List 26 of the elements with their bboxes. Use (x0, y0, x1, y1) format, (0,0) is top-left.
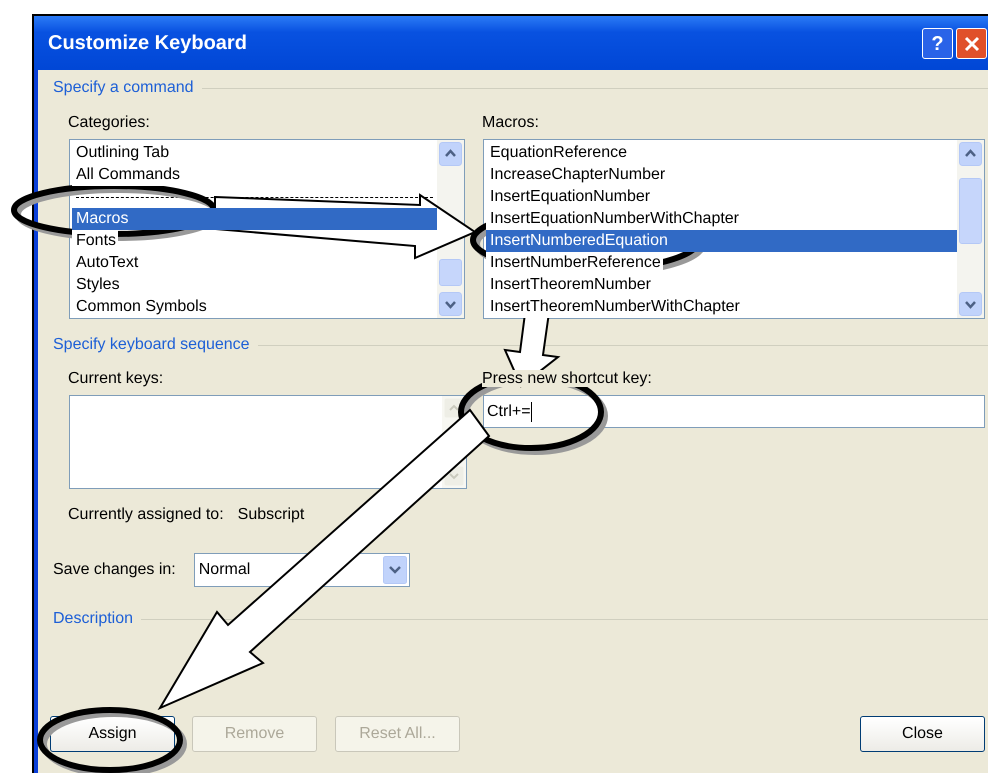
field-label: Save changes in: (53, 560, 176, 580)
scroll-down-icon[interactable] (959, 292, 982, 316)
dialog-button[interactable]: Close (860, 716, 985, 752)
scroll-up-icon[interactable] (439, 142, 462, 166)
scroll-thumb[interactable] (439, 259, 462, 286)
field-label: Current keys: (68, 370, 164, 387)
scroll-up-icon[interactable] (959, 142, 982, 166)
list-item[interactable]: Macros (72, 208, 437, 230)
categories-list[interactable]: Outlining Tab All Commands Macros Fonts AutoText Styles Common Symbols (69, 139, 465, 319)
assigned-value: Subscript (238, 505, 304, 525)
close-icon (964, 36, 980, 52)
current-keys-list[interactable] (69, 395, 467, 489)
field-label: Press new shortcut key: (482, 370, 652, 387)
window-title: Customize Keyboard (48, 31, 247, 56)
section-header: Specify a command (53, 78, 194, 98)
scroll-down-icon[interactable] (439, 292, 462, 316)
scroll-thumb[interactable] (959, 178, 982, 244)
section-header: Description (53, 609, 134, 629)
help-button[interactable]: ? (922, 28, 953, 59)
shortcut-key-field[interactable]: Ctrl+= (483, 395, 985, 428)
field-label: Categories: (68, 114, 151, 131)
field-label: Macros: (482, 114, 539, 131)
assigned-label: Currently assigned to: (68, 505, 224, 525)
close-button[interactable] (956, 28, 987, 59)
section-header: Specify keyboard sequence (53, 335, 250, 355)
list-item[interactable]: All Commands (72, 164, 182, 186)
